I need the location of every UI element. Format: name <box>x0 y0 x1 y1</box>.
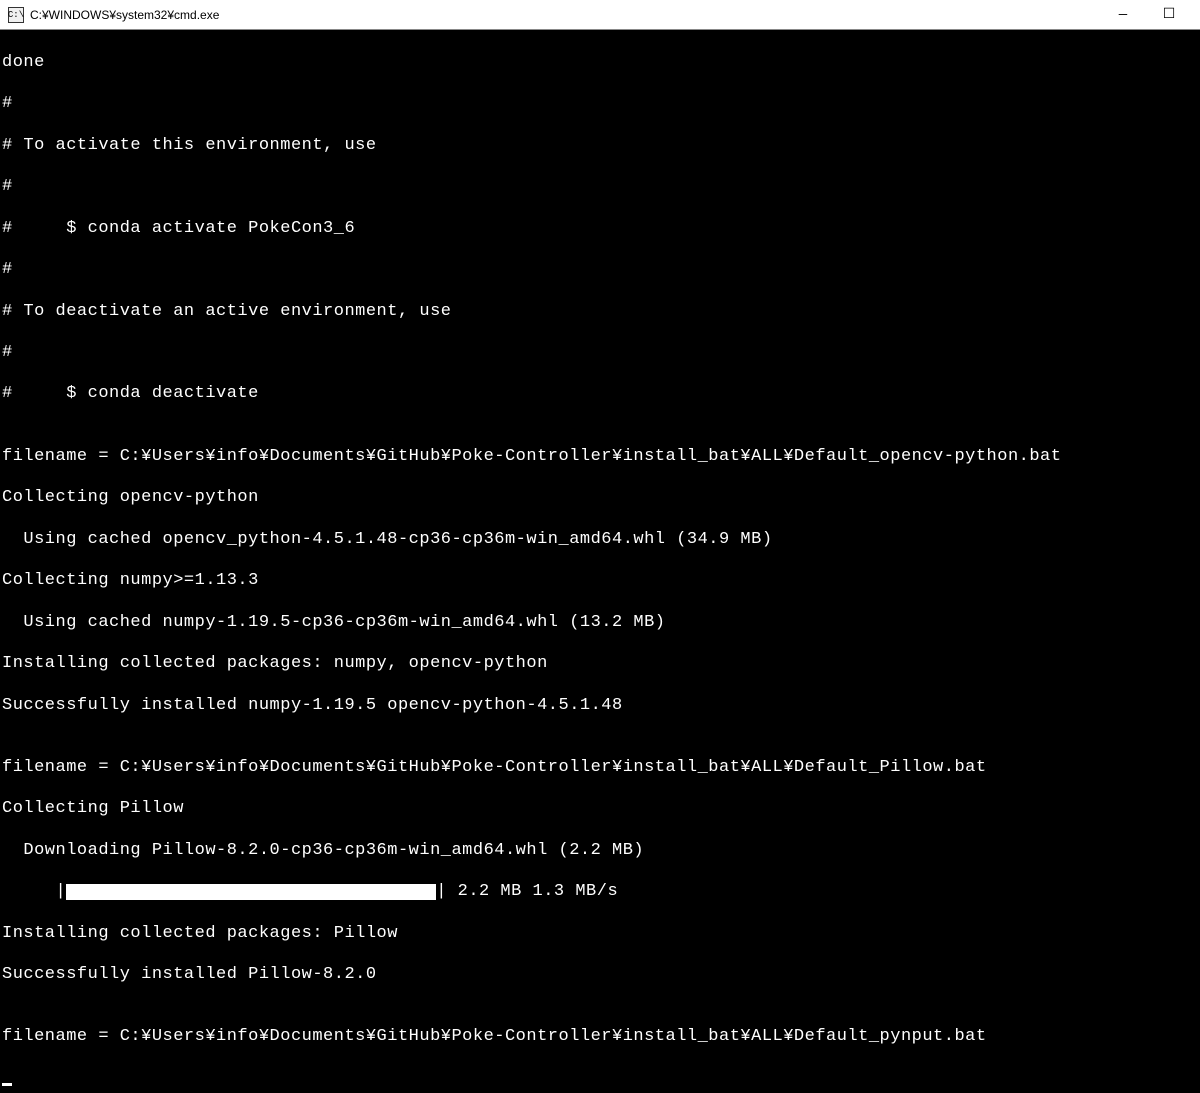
terminal-line: Installing collected packages: Pillow <box>2 924 1200 945</box>
terminal-line: Using cached numpy-1.19.5-cp36-cp36m-win… <box>2 613 1200 634</box>
terminal-line: # To deactivate an active environment, u… <box>2 302 1200 323</box>
cmd-icon: C:\ <box>8 7 24 23</box>
terminal-line: Using cached opencv_python-4.5.1.48-cp36… <box>2 530 1200 551</box>
window-titlebar: C:\ C:¥WINDOWS¥system32¥cmd.exe — ☐ <box>0 0 1200 30</box>
terminal-line: Installing collected packages: numpy, op… <box>2 654 1200 675</box>
terminal-line: Successfully installed numpy-1.19.5 open… <box>2 696 1200 717</box>
terminal-line: # $ conda activate PokeCon3_6 <box>2 219 1200 240</box>
terminal-line: # <box>2 177 1200 198</box>
terminal-output[interactable]: done # # To activate this environment, u… <box>0 30 1200 1093</box>
terminal-line: done <box>2 53 1200 74</box>
terminal-line: Collecting Pillow <box>2 799 1200 820</box>
minimize-icon: — <box>1119 7 1127 23</box>
terminal-line: # To activate this environment, use <box>2 136 1200 157</box>
terminal-line: Downloading Pillow-8.2.0-cp36-cp36m-win_… <box>2 841 1200 862</box>
progress-prefix: | <box>2 882 66 903</box>
terminal-line: Collecting opencv-python <box>2 488 1200 509</box>
window-title: C:¥WINDOWS¥system32¥cmd.exe <box>30 8 1100 22</box>
terminal-line: Successfully installed Pillow-8.2.0 <box>2 965 1200 986</box>
terminal-line: # <box>2 94 1200 115</box>
terminal-line: # <box>2 260 1200 281</box>
terminal-line: # $ conda deactivate <box>2 384 1200 405</box>
progress-bar <box>66 884 436 900</box>
terminal-cursor <box>2 1083 12 1086</box>
maximize-icon: ☐ <box>1163 6 1176 23</box>
terminal-line: | | 2.2 MB 1.3 MB/s <box>2 882 1200 903</box>
progress-suffix: | 2.2 MB 1.3 MB/s <box>436 882 618 903</box>
terminal-line: filename = C:¥Users¥info¥Documents¥GitHu… <box>2 447 1200 468</box>
terminal-line: # <box>2 343 1200 364</box>
window-controls: — ☐ <box>1100 0 1192 30</box>
terminal-line: filename = C:¥Users¥info¥Documents¥GitHu… <box>2 1027 1200 1048</box>
terminal-line: Collecting numpy>=1.13.3 <box>2 571 1200 592</box>
terminal-line: filename = C:¥Users¥info¥Documents¥GitHu… <box>2 758 1200 779</box>
minimize-button[interactable]: — <box>1100 0 1146 30</box>
maximize-button[interactable]: ☐ <box>1146 0 1192 30</box>
